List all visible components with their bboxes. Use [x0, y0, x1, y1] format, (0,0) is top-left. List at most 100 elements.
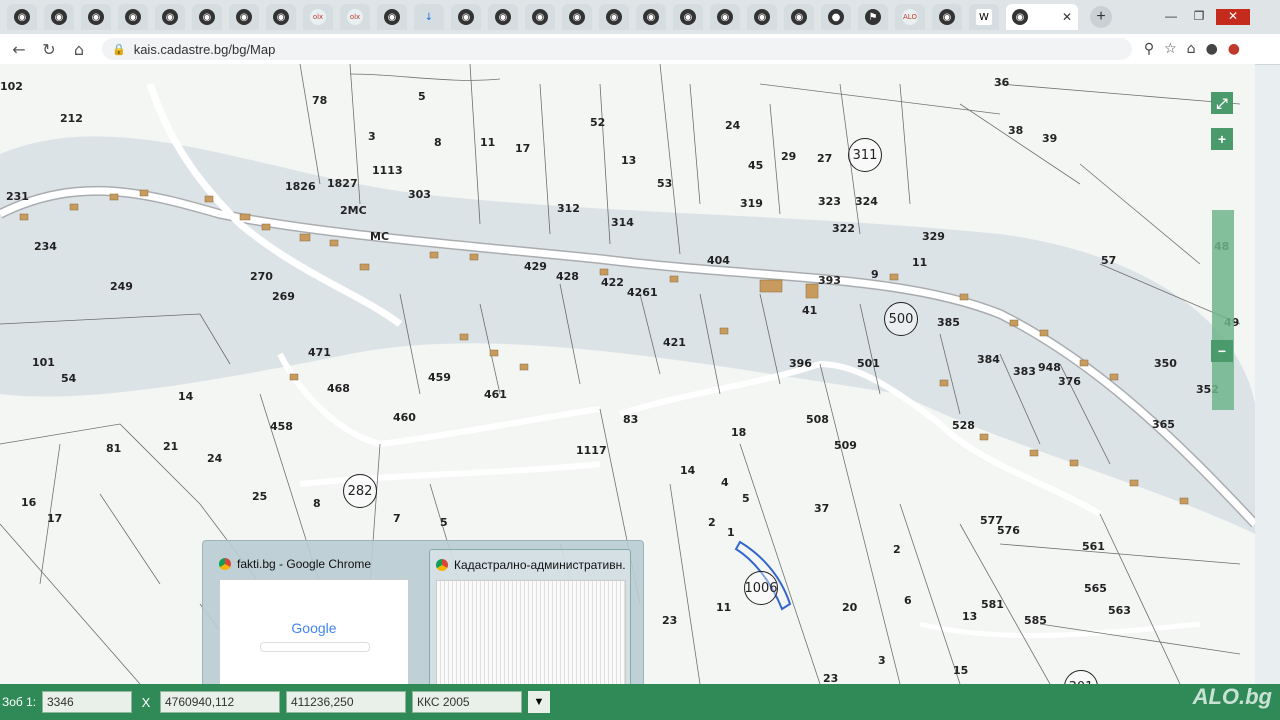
window-controls: — ❐ ✕ [1160, 9, 1250, 25]
back-icon[interactable]: ← [8, 40, 30, 59]
tab-26[interactable]: W [969, 4, 999, 30]
tab-8[interactable]: olx [303, 4, 333, 30]
globe-icon: ◉ [643, 9, 659, 25]
bookmark-star-icon[interactable]: ☆ [1164, 41, 1177, 57]
globe-icon: ◉ [939, 9, 955, 25]
home-icon[interactable]: ⌂ [68, 40, 90, 59]
parcel-number: 269 [272, 290, 295, 303]
tab-3[interactable]: ◉ [118, 4, 148, 30]
alo-icon: ALO [902, 9, 918, 25]
zoom-icon[interactable]: ⚲ [1144, 41, 1154, 57]
district-number: 500 [884, 302, 918, 336]
parcel-number: 1113 [372, 164, 403, 177]
record-icon: ● [828, 9, 844, 25]
parcel-number: 18 [731, 426, 747, 439]
tab-0[interactable]: ◉ [7, 4, 37, 30]
parcel-number: 314 [611, 216, 634, 229]
parcel-number: 4 [721, 476, 729, 489]
maximize-icon[interactable]: ❐ [1188, 9, 1210, 25]
coordinate-system-select[interactable]: ККС 2005 [412, 691, 522, 713]
tab-4[interactable]: ◉ [155, 4, 185, 30]
adblock-icon[interactable]: ● [1228, 41, 1240, 57]
olx-icon: olx [347, 9, 363, 25]
address-bar[interactable]: 🔒 kais.cadastre.bg/bg/Map [102, 38, 1132, 60]
parcel-number: 5 [742, 492, 750, 505]
expand-map-button[interactable]: ⤢ [1211, 92, 1233, 114]
tab-active[interactable]: ◉ ✕ [1006, 4, 1078, 30]
parcel-number: 429 [524, 260, 547, 273]
parcel-number: 24 [725, 119, 741, 132]
tab-24[interactable]: ALO [895, 4, 925, 30]
zoom-in-button[interactable]: + [1211, 128, 1233, 150]
tab-2[interactable]: ◉ [81, 4, 111, 30]
tab-14[interactable]: ◉ [525, 4, 555, 30]
profile-icon[interactable]: ● [1206, 41, 1218, 57]
parcel-number: 78 [312, 94, 328, 107]
window-thumb-fakti[interactable]: fakti.bg - Google Chrome Google [213, 549, 413, 685]
tab-22[interactable]: ● [821, 4, 851, 30]
zoom-slider[interactable] [1212, 210, 1234, 410]
minimize-icon[interactable]: — [1160, 9, 1182, 25]
google-logo: Google [291, 620, 337, 636]
reload-icon[interactable]: ↻ [38, 40, 60, 59]
window-thumb-cadastre[interactable]: Кадастрално-административн... [429, 549, 631, 687]
zoom-out-button[interactable]: − [1211, 340, 1233, 362]
globe-icon: ◉ [162, 9, 178, 25]
thumb-title-text: Кадастрално-административн... [454, 558, 626, 572]
parcel-number: 8 [434, 136, 442, 149]
parcel-number: 393 [818, 274, 841, 287]
parcel-number: 421 [663, 336, 686, 349]
tab-10[interactable]: ◉ [377, 4, 407, 30]
tab-11[interactable]: ↓ [414, 4, 444, 30]
map-statusbar: Зоб 1: 3346 X 4760940,112 411236,250 ККС… [0, 684, 1280, 720]
tab-25[interactable]: ◉ [932, 4, 962, 30]
close-tab-icon[interactable]: ✕ [1062, 10, 1072, 24]
tab-7[interactable]: ◉ [266, 4, 296, 30]
parcel-number: 508 [806, 413, 829, 426]
parcel-number: 1827 [327, 177, 358, 190]
parcel-number: 27 [817, 152, 833, 165]
tab-19[interactable]: ◉ [710, 4, 740, 30]
tab-18[interactable]: ◉ [673, 4, 703, 30]
parcel-number: 319 [740, 197, 763, 210]
parcel-number: 17 [47, 512, 63, 525]
tab-21[interactable]: ◉ [784, 4, 814, 30]
extension-icon[interactable]: ⌂ [1187, 41, 1196, 57]
y-coordinate-field[interactable]: 411236,250 [286, 691, 406, 713]
parcel-number: 471 [308, 346, 331, 359]
parcel-number: 461 [484, 388, 507, 401]
parcel-number: 37 [814, 502, 830, 515]
tab-13[interactable]: ◉ [488, 4, 518, 30]
tab-16[interactable]: ◉ [599, 4, 629, 30]
tab-23[interactable]: ⚑ [858, 4, 888, 30]
tab-15[interactable]: ◉ [562, 4, 592, 30]
parcel-number: 5 [418, 90, 426, 103]
close-window-icon[interactable]: ✕ [1216, 9, 1250, 25]
tab-1[interactable]: ◉ [44, 4, 74, 30]
parcel-number: 54 [61, 372, 77, 385]
parcel-number: 9 [871, 268, 879, 281]
tab-12[interactable]: ◉ [451, 4, 481, 30]
olx-icon: olx [310, 9, 326, 25]
parcel-number: 15 [953, 664, 969, 677]
parcel-number: 81 [106, 442, 122, 455]
parcel-number: 1 [727, 526, 735, 539]
parcel-number: 576 [997, 524, 1020, 537]
tab-20[interactable]: ◉ [747, 4, 777, 30]
parcel-number: 6 [904, 594, 912, 607]
parcel-number: 83 [623, 413, 639, 426]
tab-6[interactable]: ◉ [229, 4, 259, 30]
tab-9[interactable]: olx [340, 4, 370, 30]
parcel-number: 23 [662, 614, 678, 627]
tab-5[interactable]: ◉ [192, 4, 222, 30]
parcel-number: 384 [977, 353, 1000, 366]
new-tab-button[interactable]: + [1090, 6, 1112, 28]
x-coordinate-field[interactable]: 4760940,112 [160, 691, 280, 713]
parcel-number: 101 [32, 356, 55, 369]
parcel-number: 52 [590, 116, 606, 129]
chevron-down-icon[interactable]: ▼ [528, 691, 550, 713]
tab-17[interactable]: ◉ [636, 4, 666, 30]
parcel-number: 13 [621, 154, 637, 167]
parcel-number: 385 [937, 316, 960, 329]
scale-field[interactable]: 3346 [42, 691, 132, 713]
